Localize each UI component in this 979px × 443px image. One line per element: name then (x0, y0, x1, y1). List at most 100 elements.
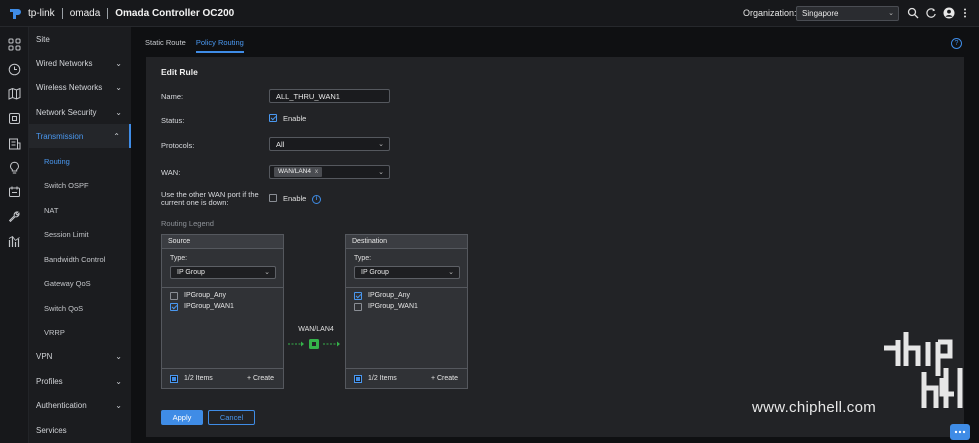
nav-item-label: Network Security (36, 107, 97, 117)
select-all-checkbox[interactable] (354, 375, 362, 383)
brand-name: tp-link (28, 8, 55, 19)
panel-title: Edit Rule (161, 67, 198, 77)
nav-item-network-security[interactable]: Network Security ⌄ (29, 100, 131, 124)
source-type-select[interactable]: IP Group ⌄ (170, 266, 276, 279)
chiphell-logo-icon (884, 332, 963, 408)
route-tabs: Static Route Policy Routing (145, 38, 244, 53)
nav-item-label: Site (36, 34, 50, 44)
nav-sub-routing[interactable]: Routing (29, 149, 131, 173)
create-button[interactable]: + Create (431, 375, 458, 382)
failover-label: Use the other WAN port if the current on… (161, 191, 259, 207)
device-icon[interactable] (8, 112, 21, 125)
nav-sub-vrrp[interactable]: VRRP (29, 320, 131, 344)
checkbox[interactable] (354, 303, 362, 311)
organization-select[interactable]: Singapore ⌄ (796, 6, 899, 21)
organization-label: Organization: (743, 8, 797, 18)
failover-enable-checkbox[interactable] (269, 194, 277, 202)
nav-sub-gateway-qos[interactable]: Gateway QoS (29, 271, 131, 295)
protocols-value: All (276, 140, 285, 149)
name-input[interactable]: ALL_THRU_WAN1 (269, 89, 390, 103)
wan-tag: WAN/LAN4 x (274, 167, 323, 177)
destination-type-value: IP Group (361, 269, 389, 276)
more-icon[interactable] (962, 7, 968, 19)
report-icon[interactable] (8, 137, 21, 150)
chevron-down-icon: ⌄ (115, 400, 122, 410)
nav-item-vpn[interactable]: VPN ⌄ (29, 344, 131, 368)
checkbox[interactable] (170, 303, 178, 311)
help-icon[interactable]: ? (951, 38, 962, 49)
status-label: Status: (161, 116, 185, 125)
nav-item-site[interactable]: Site (29, 27, 131, 51)
nav-sub-nat[interactable]: NAT (29, 198, 131, 222)
search-icon[interactable] (907, 7, 919, 19)
controller-title: Omada Controller OC200 (115, 8, 235, 19)
checkbox[interactable] (170, 292, 178, 300)
routing-legend-title: Routing Legend (161, 219, 214, 228)
source-box: Source Type: IP Group ⌄ IPGroup_Any IPGr… (161, 234, 284, 389)
avatar-icon[interactable] (943, 7, 955, 19)
create-button[interactable]: + Create (247, 375, 274, 382)
chevron-up-icon: ⌃ (113, 131, 120, 141)
protocols-select[interactable]: All ⌄ (269, 137, 390, 151)
nav-sub-switch-ospf[interactable]: Switch OSPF (29, 173, 131, 197)
destination-type-label: Type: (354, 255, 372, 262)
chevron-down-icon: ⌄ (115, 107, 122, 117)
nav-sub-switch-qos[interactable]: Switch QoS (29, 296, 131, 320)
wan-label: WAN: (161, 168, 181, 177)
top-bar: tp-link omada Omada Controller OC200 Org… (0, 0, 979, 27)
map-icon[interactable] (8, 87, 21, 100)
wan-select[interactable]: WAN/LAN4 x ⌄ (269, 165, 390, 179)
nav-sub-session-limit[interactable]: Session Limit (29, 222, 131, 246)
stats-icon[interactable] (8, 235, 21, 248)
status-enable-label: Enable (283, 114, 307, 123)
nav-item-wired-networks[interactable]: Wired Networks ⌄ (29, 51, 131, 75)
failover-label-line-2: current one is down: (161, 198, 229, 207)
lightbulb-icon[interactable] (8, 161, 21, 174)
tag-close-icon[interactable]: x (315, 168, 318, 175)
clock-icon[interactable] (8, 63, 21, 76)
nav-item-label: Wired Networks (36, 58, 93, 68)
tab-policy-routing[interactable]: Policy Routing (195, 38, 244, 53)
nav-item-label: Profiles (36, 376, 63, 386)
source-box-footer: 1/2 Items + Create (162, 368, 283, 388)
chat-icon[interactable] (950, 424, 970, 440)
tp-link-logo-icon (10, 8, 21, 19)
refresh-icon[interactable] (925, 7, 937, 19)
nav-item-transmission[interactable]: Transmission ⌃ (29, 124, 131, 148)
select-all-checkbox[interactable] (170, 375, 178, 383)
nav-item-authentication[interactable]: Authentication ⌄ (29, 393, 131, 417)
destination-box-footer: 1/2 Items + Create (346, 368, 467, 388)
tab-static-route[interactable]: Static Route (145, 38, 186, 53)
site-grid-icon[interactable] (8, 38, 21, 51)
chevron-down-icon: ⌄ (115, 58, 122, 68)
route-path-arrow-icon (288, 339, 340, 349)
chevron-down-icon: ⌄ (448, 269, 454, 276)
nav-item-profiles[interactable]: Profiles ⌄ (29, 369, 131, 393)
destination-type-select[interactable]: IP Group ⌄ (354, 266, 460, 279)
tools-icon[interactable] (8, 210, 21, 223)
info-icon[interactable]: i (312, 195, 321, 204)
wan-tag-label: WAN/LAN4 (278, 168, 311, 175)
organization-value: Singapore (802, 9, 839, 18)
nav-item-label: Authentication (36, 400, 87, 410)
option-label: IPGroup_Any (368, 292, 411, 299)
nav-item-label: Services (36, 425, 67, 435)
nav-item-label: VPN (36, 351, 53, 361)
path-wan-label: WAN/LAN4 (298, 326, 334, 333)
chevron-down-icon: ⌄ (115, 82, 122, 92)
status-enable-checkbox[interactable] (269, 114, 277, 122)
apply-button[interactable]: Apply (161, 410, 203, 425)
nav-item-label: Wireless Networks (36, 82, 103, 92)
divider (346, 287, 467, 288)
nav-item-wireless-networks[interactable]: Wireless Networks ⌄ (29, 75, 131, 99)
nav-sub-bandwidth-control[interactable]: Bandwidth Control (29, 247, 131, 271)
checkbox[interactable] (354, 292, 362, 300)
chevron-down-icon: ⌄ (264, 269, 270, 276)
option-label: IPGroup_Any (184, 292, 227, 299)
nav-item-services[interactable]: Services (29, 418, 131, 442)
main-content: Static Route Policy Routing ? Edit Rule … (131, 27, 979, 443)
cancel-button[interactable]: Cancel (208, 410, 255, 425)
log-icon[interactable] (8, 185, 21, 198)
icon-rail (0, 27, 29, 443)
side-nav: Site Wired Networks ⌄ Wireless Networks … (29, 27, 131, 443)
